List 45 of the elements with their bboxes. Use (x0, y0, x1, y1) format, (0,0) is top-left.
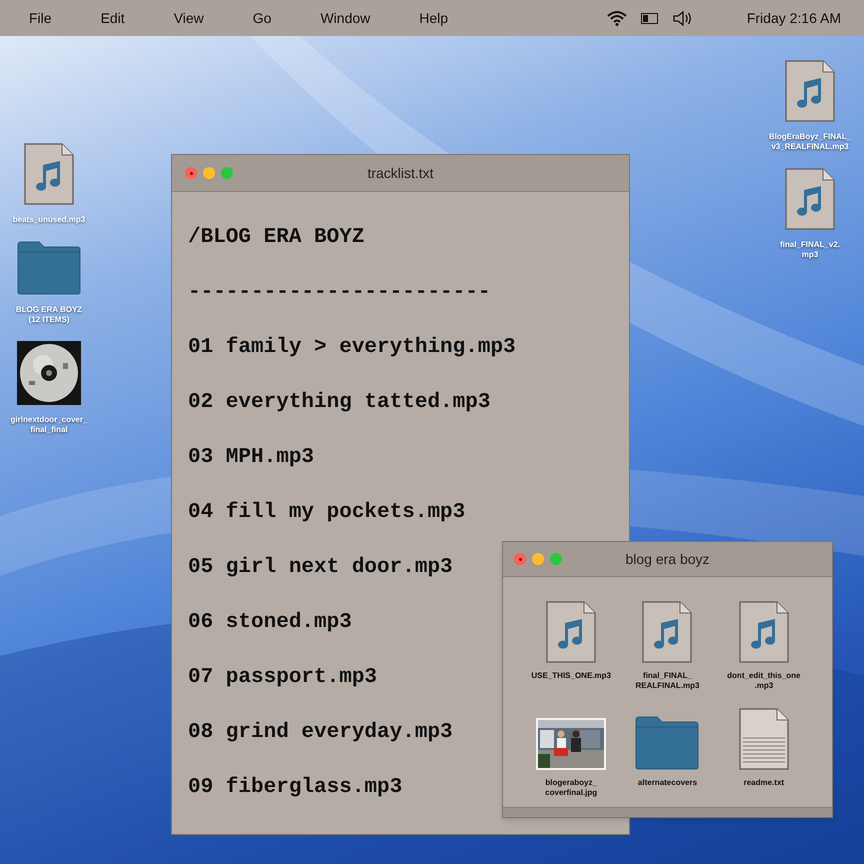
text-file-icon[interactable] (738, 708, 789, 770)
wifi-icon[interactable] (606, 10, 627, 26)
menu-clock[interactable]: Friday 2:16 AM (746, 8, 841, 28)
window-title: tracklist.txt (367, 164, 434, 182)
file-name: BlogEraBoyz_FINAL_ v3_REALFINAL.mp3 (768, 132, 852, 152)
file-name: girlnextdoor_cover_ final_final (10, 415, 88, 435)
file-name: final_FINAL_v2. mp3 (780, 240, 840, 260)
folder-icon[interactable] (17, 241, 81, 295)
text-line: 02 everything tatted.mp3 (188, 390, 490, 416)
menu-item[interactable]: View (174, 8, 204, 28)
file-name: final_FINAL_ REALFINAL.mp3 (635, 671, 700, 691)
folder-icon[interactable] (635, 716, 700, 770)
text-line: 09 fiberglass.mp3 (188, 775, 402, 801)
text-line: 04 fill my pockets.mp3 (188, 500, 466, 526)
text-line: 07 passport.mp3 (188, 665, 378, 691)
file-name: BLOG ERA BOYZ (12 ITEMS) (16, 305, 82, 325)
music-file-icon[interactable] (546, 601, 596, 663)
text-line: 03 MPH.mp3 (188, 445, 314, 471)
text-line: 08 grind everyday.mp3 (188, 720, 453, 746)
file-name: beats_unused.mp3 (12, 215, 86, 225)
text-line: 06 stoned.mp3 (188, 610, 352, 636)
file-name: readme.txt (744, 778, 784, 788)
music-file-icon[interactable] (642, 601, 692, 663)
file-name: dont_edit_this_one .mp3 (727, 671, 800, 691)
music-file-icon[interactable] (785, 168, 835, 230)
menu-item[interactable]: Go (252, 8, 272, 28)
menu-item[interactable]: Help (419, 8, 448, 28)
music-file-icon[interactable] (738, 601, 789, 663)
menu-item[interactable]: File (29, 8, 52, 28)
window-title: blog era boyz (625, 550, 710, 569)
close-button[interactable] (185, 167, 197, 179)
text-line: /BLOG ERA BOYZ (188, 225, 364, 251)
close-button[interactable] (514, 553, 526, 565)
file-name: alternatecovers (638, 778, 698, 788)
battery-icon[interactable] (640, 12, 659, 24)
music-file-icon[interactable] (24, 143, 74, 205)
text-line: ------------------------ (188, 280, 490, 306)
menu-item[interactable]: Edit (100, 8, 125, 28)
menu-item[interactable]: Window (320, 8, 370, 28)
file-name: blogeraboyz_ coverfinal.jpg (545, 778, 598, 798)
text-line: 05 girl next door.mp3 (188, 555, 453, 581)
text-line: 01 family > everything.mp3 (188, 335, 516, 361)
volume-icon[interactable] (672, 10, 693, 26)
music-file-icon[interactable] (785, 60, 835, 122)
file-name: USE_THIS_ONE.mp3 (531, 671, 611, 681)
